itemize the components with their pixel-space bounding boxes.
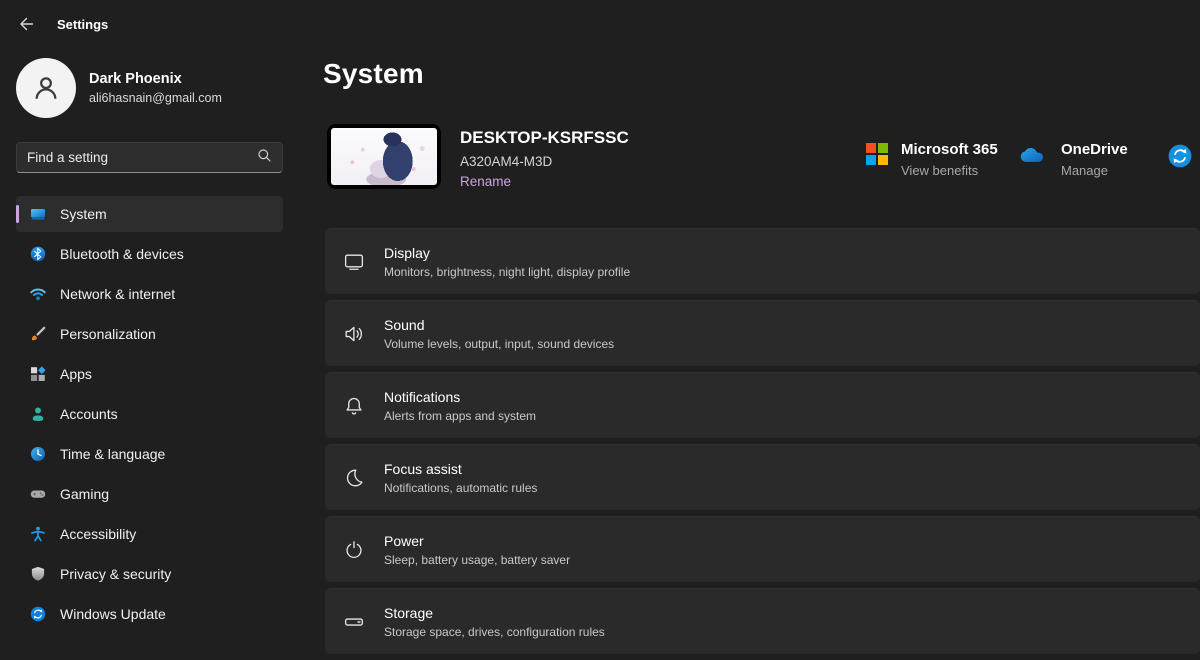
row-title: Focus assist xyxy=(384,461,537,477)
accessibility-person-icon xyxy=(30,526,46,542)
settings-row-storage[interactable]: Storage Storage space, drives, configura… xyxy=(325,588,1200,654)
person-icon xyxy=(30,406,46,422)
device-info: DESKTOP-KSRFSSC A320AM4-M3D Rename xyxy=(460,128,629,191)
device-wallpaper-thumbnail xyxy=(327,124,441,189)
gamepad-icon xyxy=(30,486,46,502)
manage-link[interactable]: Manage xyxy=(1061,163,1128,178)
back-arrow-icon[interactable] xyxy=(16,14,36,34)
speaker-icon xyxy=(343,323,365,345)
settings-row-sound[interactable]: Sound Volume levels, output, input, soun… xyxy=(325,300,1200,366)
onedrive-title: OneDrive xyxy=(1061,141,1128,158)
system-icon xyxy=(30,206,46,222)
update-refresh-icon xyxy=(30,606,46,622)
bluetooth-icon xyxy=(30,246,46,262)
profile-email: ali6hasnain@gmail.com xyxy=(89,91,222,105)
sync-status-icon[interactable] xyxy=(1168,144,1192,168)
sidebar-item-privacy-security[interactable]: Privacy & security xyxy=(16,556,283,592)
sidebar-item-accounts[interactable]: Accounts xyxy=(16,396,283,432)
onedrive-cloud-icon xyxy=(1018,145,1048,169)
sidebar-item-label: Accounts xyxy=(60,406,118,422)
drive-icon xyxy=(343,611,365,633)
row-subtitle: Alerts from apps and system xyxy=(384,409,536,423)
row-subtitle: Sleep, battery usage, battery saver xyxy=(384,553,570,567)
bell-icon xyxy=(343,395,365,417)
sidebar-item-accessibility[interactable]: Accessibility xyxy=(16,516,283,552)
onedrive-promo[interactable]: OneDrive Manage xyxy=(1018,141,1128,178)
power-icon xyxy=(343,539,365,561)
search-box[interactable] xyxy=(16,142,283,173)
settings-row-power[interactable]: Power Sleep, battery usage, battery save… xyxy=(325,516,1200,582)
sidebar-item-label: Bluetooth & devices xyxy=(60,246,184,262)
sidebar-item-time-language[interactable]: Time & language xyxy=(16,436,283,472)
sidebar-nav: System Bluetooth & devices Network & int… xyxy=(16,196,283,636)
sidebar-item-label: Privacy & security xyxy=(60,566,171,582)
microsoft-365-promo[interactable]: Microsoft 365 View benefits xyxy=(866,141,998,178)
sidebar-item-personalization[interactable]: Personalization xyxy=(16,316,283,352)
sidebar-item-label: Windows Update xyxy=(60,606,166,622)
app-header: Settings xyxy=(16,14,108,34)
sidebar-item-label: Apps xyxy=(60,366,92,382)
sidebar-item-bluetooth-devices[interactable]: Bluetooth & devices xyxy=(16,236,283,272)
sidebar-item-label: Network & internet xyxy=(60,286,175,302)
device-model: A320AM4-M3D xyxy=(460,154,629,169)
sidebar-item-label: Accessibility xyxy=(60,526,136,542)
row-subtitle: Monitors, brightness, night light, displ… xyxy=(384,265,630,279)
device-name: DESKTOP-KSRFSSC xyxy=(460,128,629,148)
clock-icon xyxy=(30,446,46,462)
apps-icon xyxy=(30,366,46,382)
system-settings-list: Display Monitors, brightness, night ligh… xyxy=(325,228,1200,660)
user-profile[interactable]: Dark Phoenix ali6hasnain@gmail.com xyxy=(16,58,222,118)
view-benefits-link[interactable]: View benefits xyxy=(901,163,998,178)
microsoft-365-title: Microsoft 365 xyxy=(901,141,998,158)
sidebar-item-label: Time & language xyxy=(60,446,165,462)
row-title: Notifications xyxy=(384,389,536,405)
search-icon[interactable] xyxy=(257,148,272,168)
sidebar-item-windows-update[interactable]: Windows Update xyxy=(16,596,283,632)
sidebar-item-gaming[interactable]: Gaming xyxy=(16,476,283,512)
microsoft-logo-icon xyxy=(866,143,888,165)
wallpaper-image xyxy=(331,128,437,185)
row-subtitle: Notifications, automatic rules xyxy=(384,481,537,495)
page-title: System xyxy=(323,58,424,90)
wifi-icon xyxy=(30,286,46,302)
row-subtitle: Volume levels, output, input, sound devi… xyxy=(384,337,614,351)
avatar xyxy=(16,58,76,118)
sidebar-item-apps[interactable]: Apps xyxy=(16,356,283,392)
sidebar-item-label: Gaming xyxy=(60,486,109,502)
shield-icon xyxy=(30,566,46,582)
settings-row-focus-assist[interactable]: Focus assist Notifications, automatic ru… xyxy=(325,444,1200,510)
brush-icon xyxy=(30,326,46,342)
row-subtitle: Storage space, drives, configuration rul… xyxy=(384,625,605,639)
moon-icon xyxy=(343,467,365,489)
row-title: Display xyxy=(384,245,630,261)
display-icon xyxy=(343,251,365,273)
rename-link[interactable]: Rename xyxy=(460,174,511,189)
sidebar-item-network-internet[interactable]: Network & internet xyxy=(16,276,283,312)
sidebar-item-label: System xyxy=(60,206,107,222)
row-title: Power xyxy=(384,533,570,549)
sidebar-item-label: Personalization xyxy=(60,326,156,342)
settings-row-notifications[interactable]: Notifications Alerts from apps and syste… xyxy=(325,372,1200,438)
profile-name: Dark Phoenix xyxy=(89,71,222,87)
settings-row-display[interactable]: Display Monitors, brightness, night ligh… xyxy=(325,228,1200,294)
row-title: Sound xyxy=(384,317,614,333)
app-title: Settings xyxy=(57,17,108,32)
search-input[interactable] xyxy=(27,150,257,165)
row-title: Storage xyxy=(384,605,605,621)
sidebar-item-system[interactable]: System xyxy=(16,196,283,232)
